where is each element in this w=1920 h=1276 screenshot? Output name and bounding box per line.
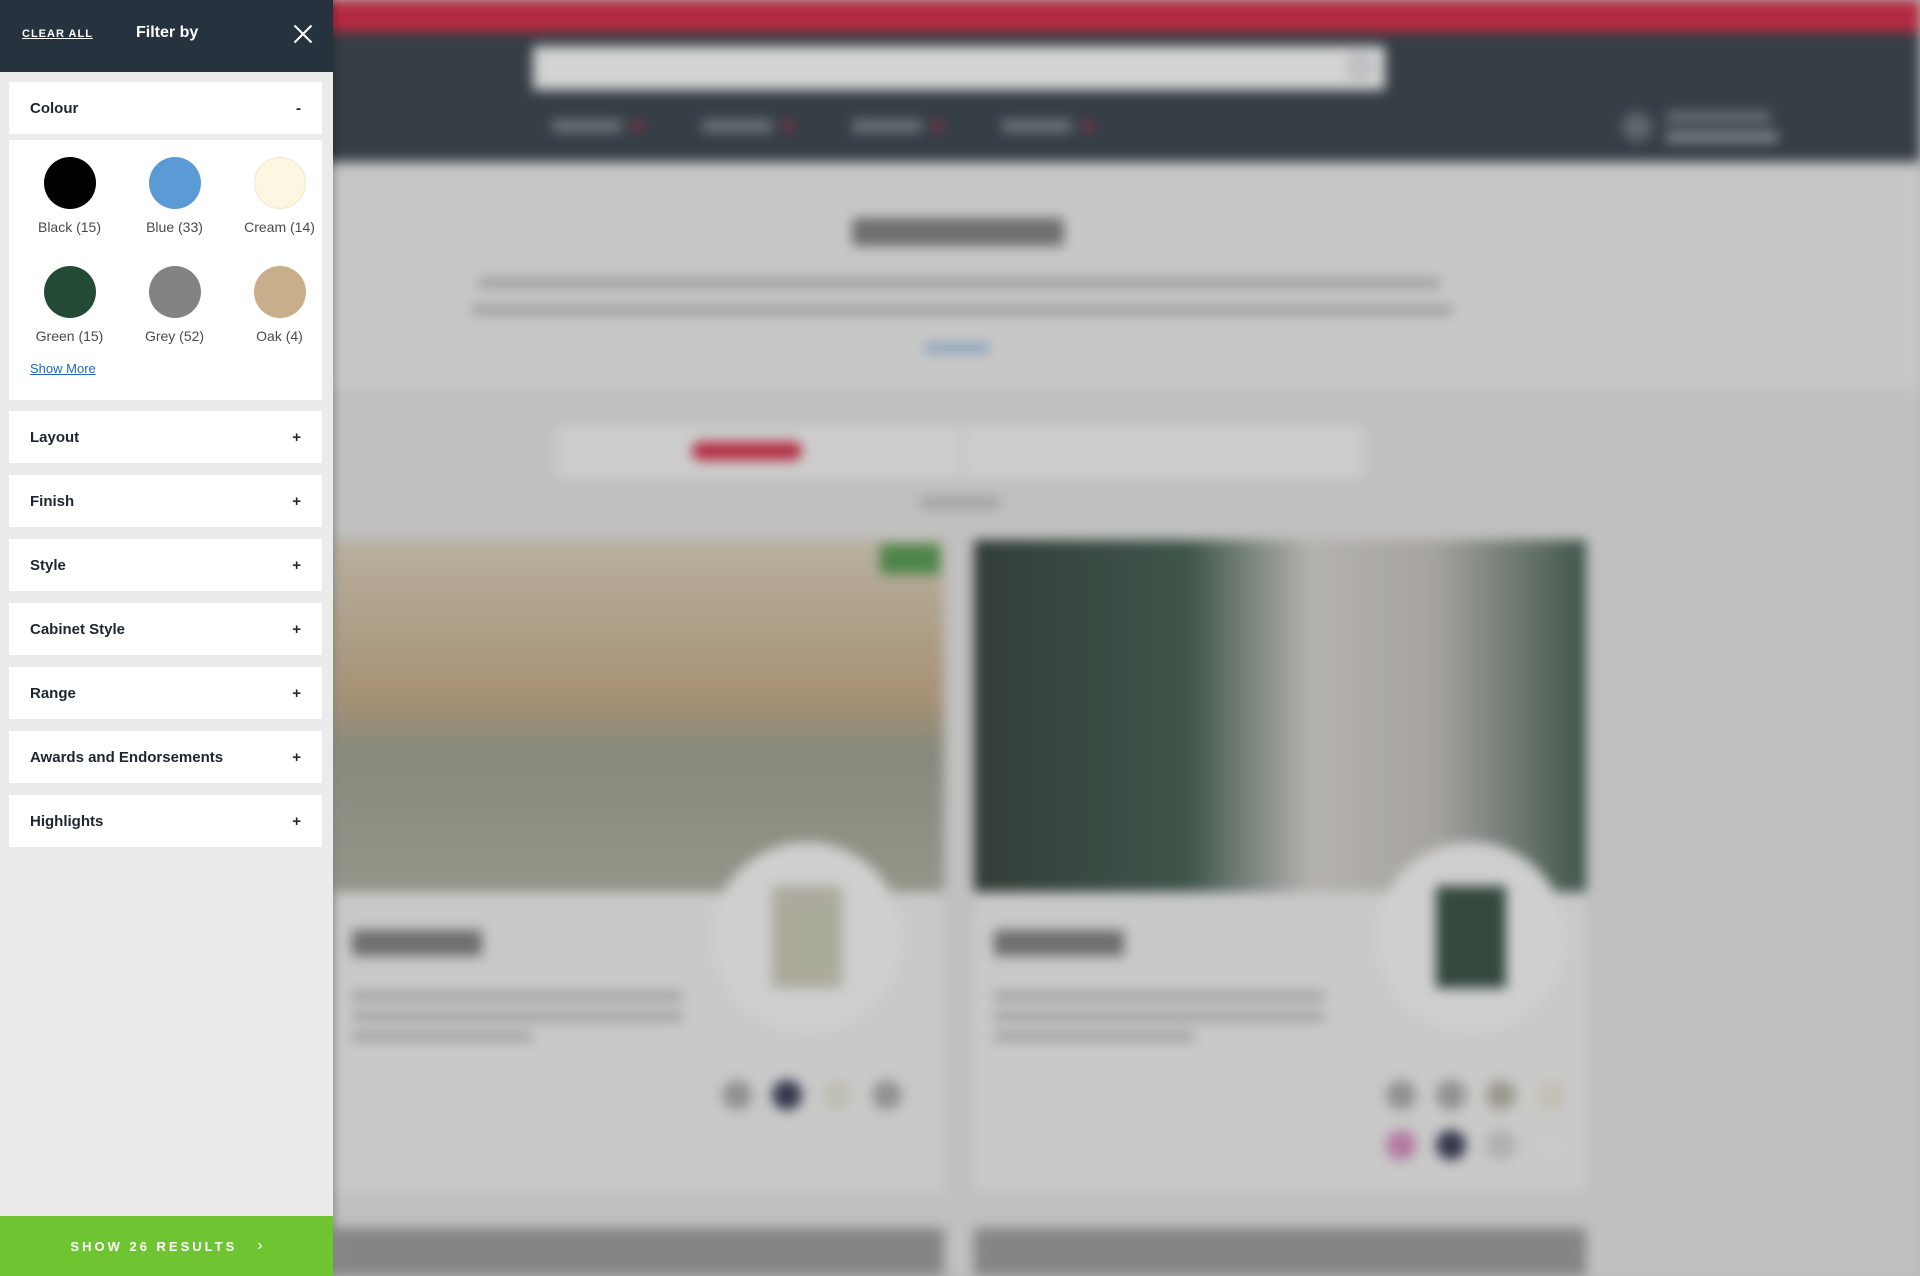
colour-options: Black (15) Blue (33) Cream (14) Green (1…	[9, 140, 322, 400]
swatch-label: Blue (33)	[146, 219, 203, 235]
highlights-section-header[interactable]: Highlights +	[9, 795, 322, 847]
colour-section: Colour -	[9, 82, 322, 134]
finish-section-header[interactable]: Finish +	[9, 475, 322, 527]
close-icon[interactable]	[293, 24, 313, 44]
swatch-label: Green (15)	[35, 328, 104, 344]
filter-section-cabinet-style: Cabinet Style +	[9, 603, 322, 655]
expand-icon: +	[292, 492, 301, 510]
style-section-header[interactable]: Style +	[9, 539, 322, 591]
colour-swatch-green[interactable]: Green (15)	[17, 266, 122, 344]
expand-icon: +	[292, 748, 301, 766]
filter-section-highlights: Highlights +	[9, 795, 322, 847]
section-label: Style	[30, 556, 66, 574]
swatch-dot	[43, 157, 96, 209]
swatch-label: Grey (52)	[144, 328, 205, 344]
range-section-header[interactable]: Range +	[9, 667, 322, 719]
colour-swatch-cream[interactable]: Cream (14)	[227, 157, 332, 235]
swatch-label: Black (15)	[37, 219, 102, 235]
section-label: Highlights	[30, 812, 104, 830]
section-label: Cabinet Style	[30, 620, 126, 638]
collapse-icon: -	[296, 99, 301, 117]
filter-panel-title: Filter by	[136, 24, 199, 41]
awards-section-header[interactable]: Awards and Endorsements +	[9, 731, 322, 783]
colour-section-header[interactable]: Colour -	[9, 82, 322, 134]
colour-swatch-oak[interactable]: Oak (4)	[227, 266, 332, 344]
show-results-button[interactable]: SHOW 26 RESULTS ›	[0, 1216, 333, 1276]
colour-swatch-black[interactable]: Black (15)	[17, 157, 122, 235]
swatch-label: Cream (14)	[244, 219, 315, 235]
swatch-dot	[148, 266, 201, 318]
expand-icon: +	[292, 684, 301, 702]
chevron-right-icon: ›	[257, 1237, 263, 1254]
filter-section-finish: Finish +	[9, 475, 322, 527]
expand-icon: +	[292, 428, 301, 446]
filter-section-awards: Awards and Endorsements +	[9, 731, 322, 783]
swatch-dot	[253, 157, 306, 209]
filter-panel: CLEAR ALL Filter by Colour - Black (15) …	[0, 0, 333, 1276]
filter-section-style: Style +	[9, 539, 322, 591]
colour-swatch-grey[interactable]: Grey (52)	[122, 266, 227, 344]
show-more-link[interactable]: Show More	[30, 361, 96, 376]
section-label: Awards and Endorsements	[30, 748, 224, 766]
filter-section-range: Range +	[9, 667, 322, 719]
expand-icon: +	[292, 556, 301, 574]
swatch-label: Oak (4)	[256, 328, 303, 344]
filter-panel-header: CLEAR ALL Filter by	[0, 0, 333, 72]
expand-icon: +	[292, 812, 301, 830]
layout-section-header[interactable]: Layout +	[9, 411, 322, 463]
swatch-dot	[253, 266, 306, 318]
swatch-dot	[43, 266, 96, 318]
section-label: Layout	[30, 428, 80, 446]
section-label: Finish	[30, 492, 75, 510]
clear-all-button[interactable]: CLEAR ALL	[22, 28, 93, 40]
cabinet-style-section-header[interactable]: Cabinet Style +	[9, 603, 322, 655]
section-label: Colour	[30, 99, 79, 117]
swatch-dot	[148, 157, 201, 209]
expand-icon: +	[292, 620, 301, 638]
filter-section-layout: Layout +	[9, 411, 322, 463]
section-label: Range	[30, 684, 76, 702]
colour-swatch-blue[interactable]: Blue (33)	[122, 157, 227, 235]
show-results-label: SHOW 26 RESULTS	[70, 1238, 238, 1254]
